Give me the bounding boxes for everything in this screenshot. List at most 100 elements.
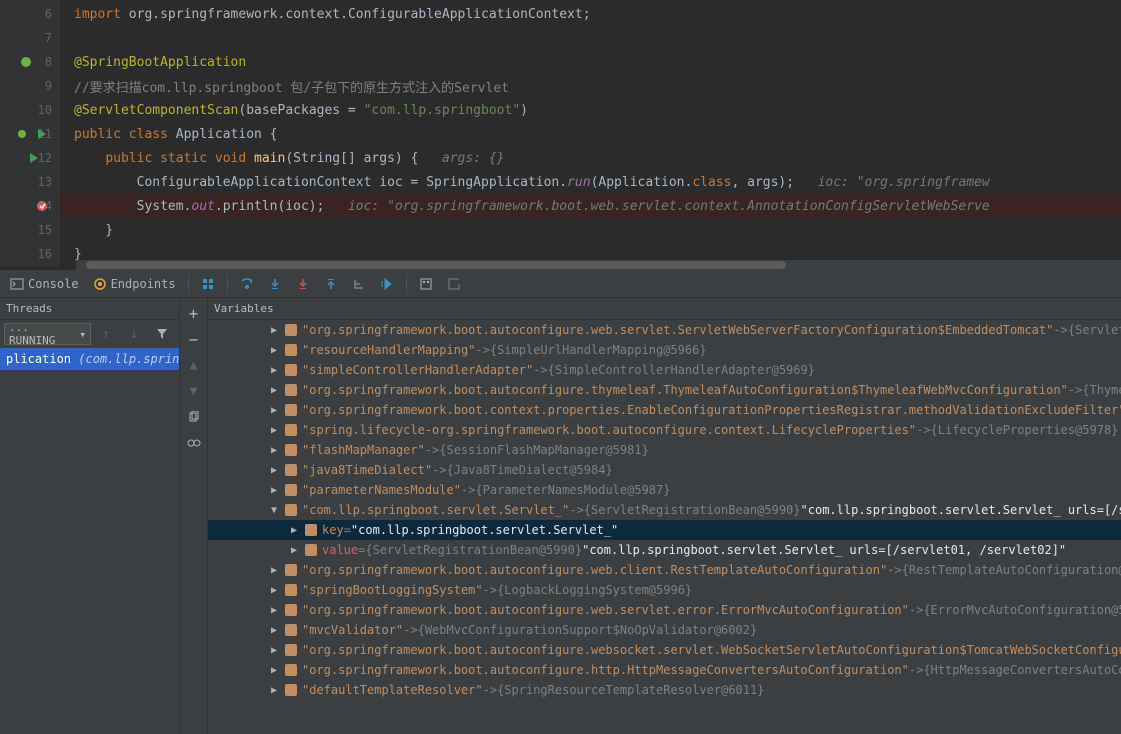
run-icon[interactable] [28, 152, 40, 164]
expand-arrow-icon[interactable]: ▶ [268, 365, 280, 376]
expand-arrow-icon[interactable]: ▶ [288, 545, 300, 556]
step-out-button[interactable] [318, 273, 344, 295]
variable-row[interactable]: ▶key = "com.llp.springboot.servlet.Servl… [208, 520, 1121, 540]
code-token: ) [520, 103, 528, 118]
code-line[interactable]: System.out.println(ioc); ioc: "org.sprin… [60, 194, 1121, 218]
variable-row[interactable]: ▶"parameterNamesModule" -> {ParameterNam… [208, 480, 1121, 500]
endpoints-tab[interactable]: Endpoints [87, 273, 182, 295]
code-line[interactable]: @ServletComponentScan(basePackages = "co… [60, 98, 1121, 122]
gutter-line[interactable]: 12 [0, 146, 60, 170]
variables-tree[interactable]: Variables ▶"org.springframework.boot.aut… [208, 298, 1121, 734]
code-editor[interactable]: 6789101112 13 141516 import org.springfram… [0, 0, 1121, 270]
variable-row[interactable]: ▶"resourceHandlerMapping" -> {SimpleUrlH… [208, 340, 1121, 360]
variable-row[interactable]: ▶"org.springframework.boot.autoconfigure… [208, 560, 1121, 580]
code-line[interactable]: public static void main(String[] args) {… [60, 146, 1121, 170]
code-token: class [692, 175, 731, 190]
code-line[interactable]: } [60, 218, 1121, 242]
gutter-line[interactable]: 9 [0, 74, 60, 98]
debug-toolbar: Console Endpoints [0, 270, 1121, 298]
expand-arrow-icon[interactable]: ▶ [268, 685, 280, 696]
variable-row[interactable]: ▶"org.springframework.boot.autoconfigure… [208, 380, 1121, 400]
variable-row[interactable]: ▶"simpleControllerHandlerAdapter" -> {Si… [208, 360, 1121, 380]
expand-arrow-icon[interactable]: ▶ [268, 605, 280, 616]
remove-watch-button[interactable]: − [181, 328, 207, 350]
expand-arrow-icon[interactable]: ▶ [268, 405, 280, 416]
force-step-into-button[interactable] [290, 273, 316, 295]
code-token: = [348, 103, 364, 118]
step-into-button[interactable] [262, 273, 288, 295]
variable-row[interactable]: ▼"com.llp.springboot.servlet.Servlet_" -… [208, 500, 1121, 520]
step-over-button[interactable] [234, 273, 260, 295]
filter-button[interactable] [149, 323, 175, 345]
add-watch-button[interactable]: + [181, 302, 207, 324]
variable-row[interactable]: ▶"mvcValidator" -> {WebMvcConfigurationS… [208, 620, 1121, 640]
code-content[interactable]: import org.springframework.context.Confi… [60, 0, 1121, 266]
stack-frame[interactable]: plication (com.llp.springboot) [0, 348, 179, 370]
var-eq: -> [909, 603, 923, 617]
variable-row[interactable]: ▶"java8TimeDialect" -> {Java8TimeDialect… [208, 460, 1121, 480]
variable-row[interactable]: ▶"org.springframework.boot.context.prope… [208, 400, 1121, 420]
var-name: "resourceHandlerMapping" [302, 343, 475, 357]
variable-row[interactable]: ▶"springBootLoggingSystem" -> {LogbackLo… [208, 580, 1121, 600]
expand-arrow-icon[interactable]: ▶ [268, 645, 280, 656]
expand-arrow-icon[interactable]: ▶ [268, 345, 280, 356]
variable-row[interactable]: ▶"org.springframework.boot.autoconfigure… [208, 640, 1121, 660]
thread-selector[interactable]: ... RUNNING ▾ [4, 323, 91, 345]
scrollbar-thumb[interactable] [86, 261, 786, 269]
code-line[interactable]: ConfigurableApplicationContext ioc = Spr… [60, 170, 1121, 194]
gutter-line[interactable]: 16 [0, 242, 60, 266]
breakpoint-icon[interactable] [36, 200, 48, 212]
code-line[interactable]: @SpringBootApplication [60, 50, 1121, 74]
show-frames-button[interactable] [195, 273, 221, 295]
debug-panel: Console Endpoints Threads ... RUNNING ▾ … [0, 270, 1121, 734]
gutter-line[interactable]: 11 [0, 122, 60, 146]
copy-button[interactable] [181, 406, 207, 428]
code-line[interactable]: //要求扫描com.llp.springboot 包/子包下的原生方式注入的Se… [60, 74, 1121, 98]
code-line[interactable] [60, 26, 1121, 50]
expand-arrow-icon[interactable]: ▶ [268, 325, 280, 336]
up-button[interactable]: ▲ [181, 354, 207, 376]
gutter-line[interactable]: 15 [0, 218, 60, 242]
expand-arrow-icon[interactable]: ▶ [268, 445, 280, 456]
horizontal-scrollbar[interactable] [76, 260, 1121, 270]
gutter-line[interactable]: 6 [0, 2, 60, 26]
gutter-line[interactable]: 7 [0, 26, 60, 50]
gutter-line[interactable]: 13 [0, 170, 60, 194]
expand-arrow-icon[interactable]: ▶ [288, 525, 300, 536]
variable-row[interactable]: ▶"defaultTemplateResolver" -> {SpringRes… [208, 680, 1121, 700]
expand-arrow-icon[interactable]: ▶ [268, 425, 280, 436]
code-line[interactable]: import org.springframework.context.Confi… [60, 2, 1121, 26]
code-line[interactable]: public class Application { [60, 122, 1121, 146]
console-tab[interactable]: Console [4, 273, 85, 295]
trace-button[interactable] [441, 273, 467, 295]
expand-arrow-icon[interactable]: ▶ [268, 585, 280, 596]
var-name: "spring.lifecycle-org.springframework.bo… [302, 423, 916, 437]
gutter-line[interactable]: 14 [0, 194, 60, 218]
drop-frame-button[interactable] [346, 273, 372, 295]
expand-arrow-icon[interactable]: ▶ [268, 625, 280, 636]
expand-arrow-icon[interactable]: ▶ [268, 465, 280, 476]
variable-row[interactable]: ▶"org.springframework.boot.autoconfigure… [208, 600, 1121, 620]
run-to-cursor-button[interactable] [374, 273, 400, 295]
run-class-icon[interactable] [18, 128, 30, 140]
expand-arrow-icon[interactable]: ▶ [268, 665, 280, 676]
variable-row[interactable]: ▶"org.springframework.boot.autoconfigure… [208, 320, 1121, 340]
watches-button[interactable] [181, 432, 207, 454]
next-frame-button[interactable]: ↓ [121, 323, 147, 345]
expand-arrow-icon[interactable]: ▶ [268, 485, 280, 496]
prev-frame-button[interactable]: ↑ [93, 323, 119, 345]
evaluate-button[interactable] [413, 273, 439, 295]
variable-row[interactable]: ▶"org.springframework.boot.autoconfigure… [208, 660, 1121, 680]
variable-row[interactable]: ▶value = {ServletRegistrationBean@5990} … [208, 540, 1121, 560]
gutter-line[interactable]: 10 [0, 98, 60, 122]
field-icon [284, 643, 298, 657]
expand-arrow-icon[interactable]: ▶ [268, 565, 280, 576]
down-button[interactable]: ▼ [181, 380, 207, 402]
run-icon[interactable] [36, 128, 48, 140]
line-number: 13 [38, 175, 52, 189]
variable-row[interactable]: ▶"flashMapManager" -> {SessionFlashMapMa… [208, 440, 1121, 460]
expand-arrow-icon[interactable]: ▶ [268, 385, 280, 396]
variable-row[interactable]: ▶ "spring.lifecycle-org.springframework.b… [208, 420, 1121, 440]
expand-arrow-icon[interactable]: ▼ [268, 505, 280, 516]
gutter-line[interactable]: 8 [0, 50, 60, 74]
